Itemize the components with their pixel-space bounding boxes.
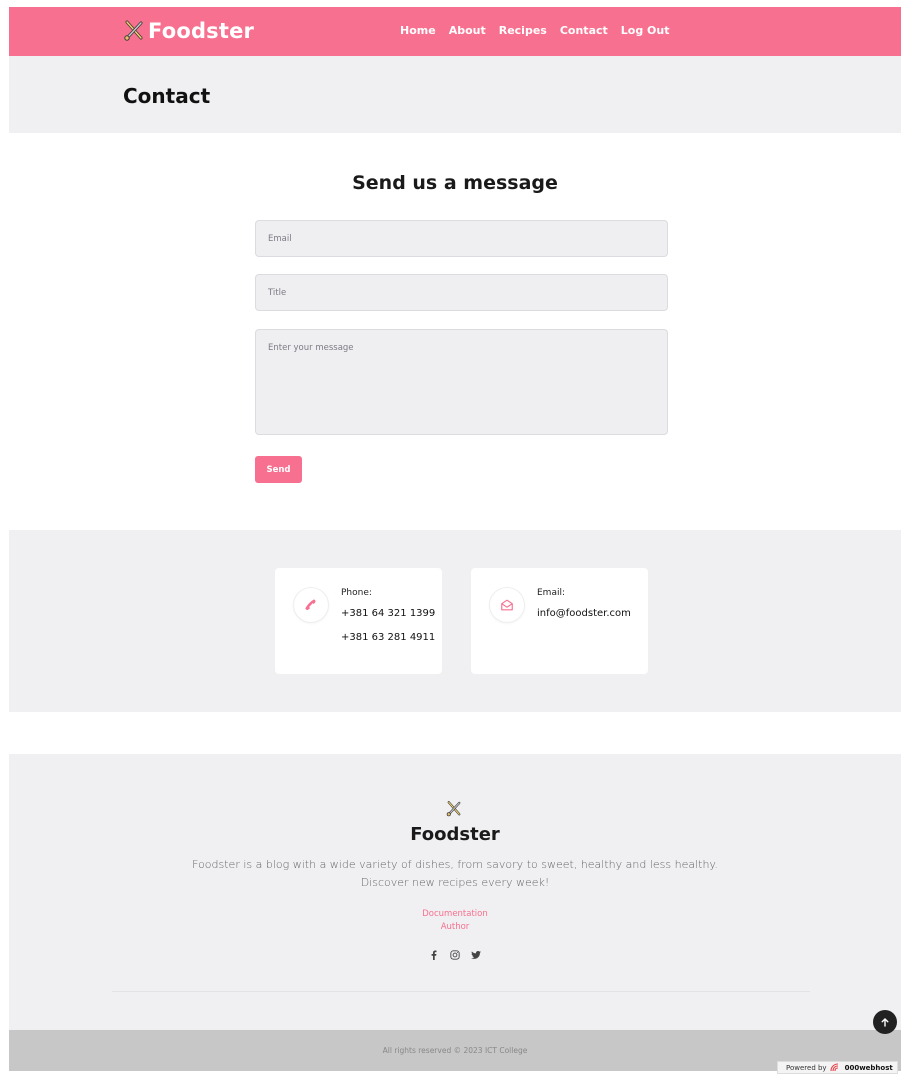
- twitter-icon[interactable]: [471, 950, 481, 960]
- footer-divider: [112, 991, 810, 992]
- page-title-band: Contact: [9, 56, 901, 133]
- host-logo-icon: [830, 1063, 838, 1072]
- powered-by-badge[interactable]: Powered by 000webhost: [777, 1061, 898, 1074]
- title-placeholder: Title: [268, 288, 287, 298]
- documentation-link[interactable]: Documentation: [9, 908, 901, 921]
- phone-icon: [305, 599, 316, 610]
- footer-brand: Foodster: [410, 824, 500, 845]
- email-label: Email:: [537, 588, 566, 598]
- section-spacer: [9, 712, 901, 754]
- contact-info-section: Phone: +381 64 321 1399 +381 63 281 4911…: [9, 530, 901, 712]
- footer-description: Foodster is a blog with a wide variety o…: [192, 858, 718, 889]
- arrow-up-icon: [881, 1017, 889, 1027]
- nav-logout[interactable]: Log Out: [621, 24, 670, 37]
- form-heading: Send us a message: [352, 172, 558, 194]
- back-to-top-button[interactable]: [873, 1010, 897, 1034]
- message-textarea[interactable]: Enter your message: [255, 329, 668, 435]
- social-links: [9, 950, 901, 960]
- footer-links: Documentation Author: [9, 908, 901, 934]
- utensils-icon: [446, 801, 461, 817]
- contact-form-section: Send us a message Email Title Enter your…: [9, 133, 901, 530]
- email-icon-circle: [489, 587, 525, 623]
- send-button[interactable]: Send: [255, 456, 302, 483]
- title-field[interactable]: Title: [255, 274, 668, 311]
- top-navbar: Foodster Home About Recipes Contact Log …: [9, 7, 901, 56]
- facebook-icon[interactable]: [429, 950, 439, 960]
- email-placeholder: Email: [268, 234, 292, 244]
- phone-number-2: +381 63 281 4911: [341, 632, 436, 643]
- phone-label: Phone:: [341, 588, 372, 598]
- nav-home[interactable]: Home: [400, 24, 436, 37]
- nav-contact[interactable]: Contact: [560, 24, 608, 37]
- email-address[interactable]: info@foodster.com: [537, 608, 631, 619]
- email-card: Email: info@foodster.com: [471, 568, 648, 674]
- phone-number-1: +381 64 321 1399: [341, 608, 436, 619]
- envelope-open-icon: [501, 599, 513, 611]
- brand-link[interactable]: Foodster: [122, 19, 254, 43]
- nav-about[interactable]: About: [449, 24, 486, 37]
- author-link[interactable]: Author: [9, 921, 901, 934]
- nav-recipes[interactable]: Recipes: [499, 24, 547, 37]
- message-placeholder: Enter your message: [268, 343, 354, 353]
- instagram-icon[interactable]: [450, 950, 460, 960]
- main-nav: Home About Recipes Contact Log Out: [400, 24, 682, 37]
- page: Foodster Home About Recipes Contact Log …: [9, 7, 901, 1071]
- site-footer: Foodster Foodster is a blog with a wide …: [9, 754, 901, 1030]
- page-title: Contact: [123, 84, 211, 108]
- host-name: 000webhost: [844, 1063, 893, 1072]
- powered-by-label: Powered by: [786, 1063, 827, 1072]
- phone-card: Phone: +381 64 321 1399 +381 63 281 4911: [275, 568, 442, 674]
- copyright-bar: All rights reserved © 2023 ICT College: [9, 1030, 901, 1071]
- copyright-text: All rights reserved © 2023 ICT College: [382, 1046, 528, 1055]
- phone-icon-circle: [293, 587, 329, 623]
- utensils-icon: [124, 20, 143, 41]
- email-field[interactable]: Email: [255, 220, 668, 257]
- brand-name: Foodster: [148, 19, 255, 43]
